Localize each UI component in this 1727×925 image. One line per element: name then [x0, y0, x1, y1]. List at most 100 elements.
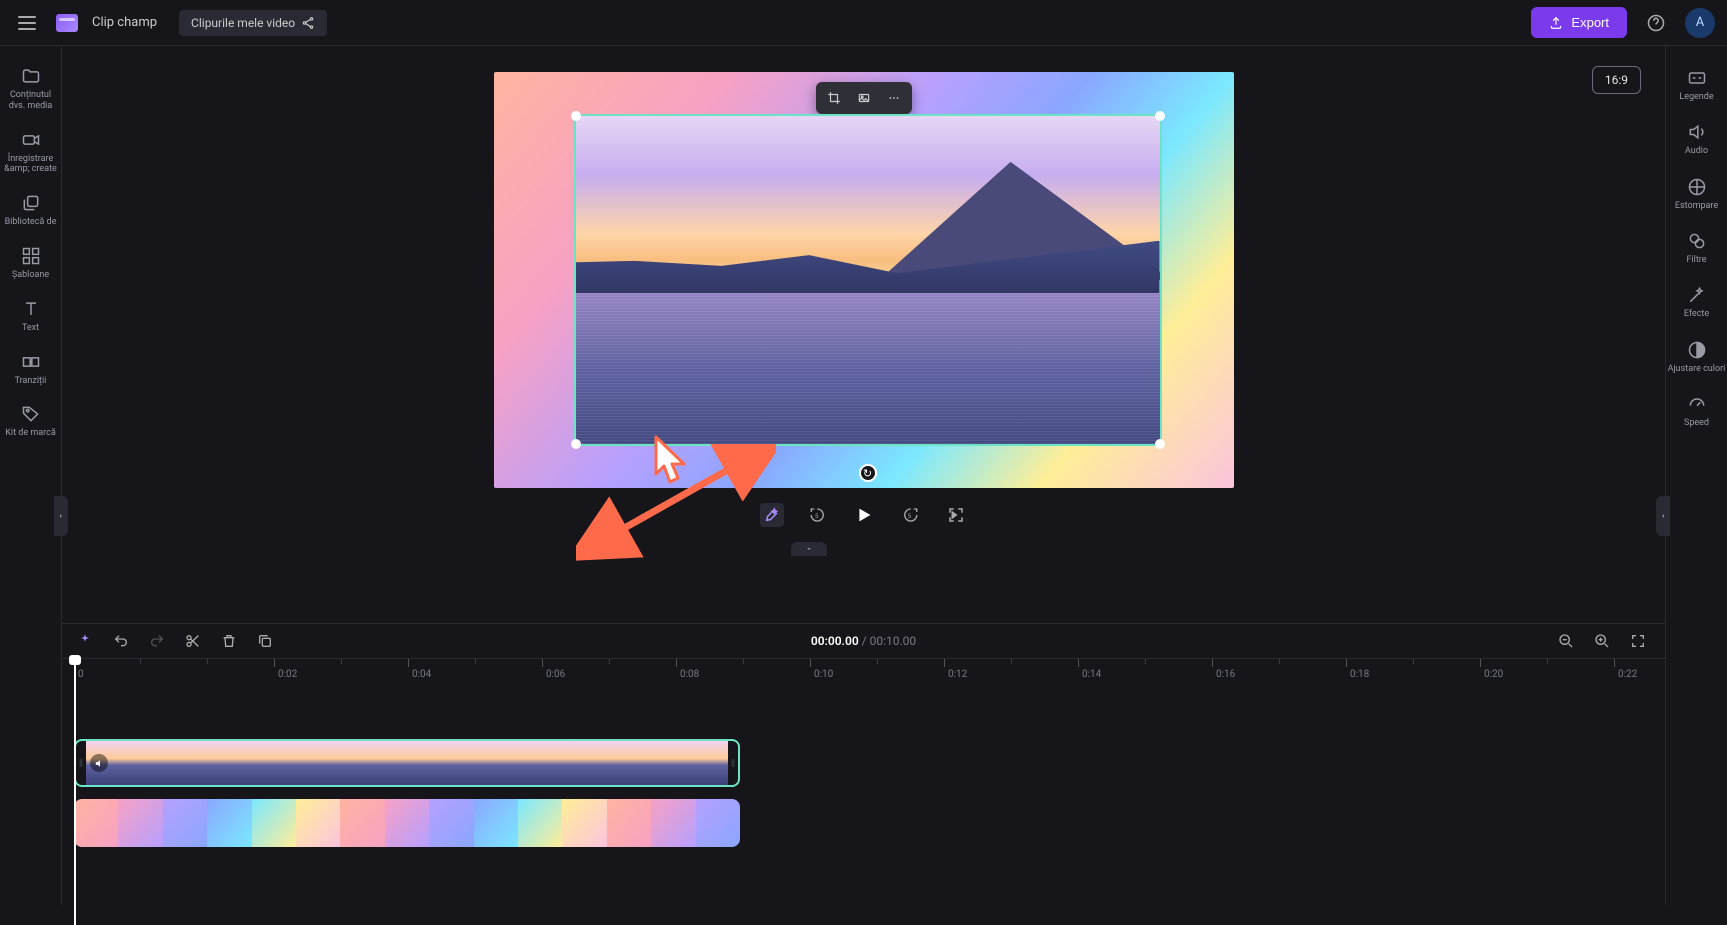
- video-stage[interactable]: ↻: [494, 72, 1234, 488]
- svg-text:5: 5: [907, 513, 911, 520]
- captions-icon: [1687, 68, 1707, 88]
- image-icon: [857, 91, 871, 105]
- rotate-handle[interactable]: ↻: [859, 464, 877, 482]
- clip-trim-right[interactable]: [728, 741, 738, 785]
- blur-icon: [1687, 177, 1707, 197]
- redo-icon: [149, 633, 165, 649]
- app-name: Clip champ: [92, 15, 157, 30]
- speaker-icon: [94, 758, 105, 769]
- sidebar-item-media[interactable]: Conținutul dvs. media: [3, 58, 59, 120]
- ruler-tick-label: 0:02: [278, 669, 297, 680]
- preview-area: 16:9: [62, 46, 1665, 623]
- sidebar-item-templates[interactable]: Șabloane: [3, 238, 59, 289]
- play-icon: [853, 504, 875, 526]
- rightbar-item-color[interactable]: Ajustare culori: [1668, 332, 1726, 382]
- trash-icon: [221, 633, 237, 649]
- timeline-collapse-button[interactable]: [791, 542, 827, 556]
- fullscreen-icon: [947, 506, 965, 524]
- sidebar-item-library[interactable]: Bibliotecă de: [3, 185, 59, 236]
- timeline-tracks[interactable]: [62, 685, 1665, 905]
- more-options-button[interactable]: [880, 86, 908, 110]
- rewind-button[interactable]: 5: [806, 503, 830, 527]
- ruler-tick-label: 0:10: [814, 669, 833, 680]
- sidebar-item-brandkit[interactable]: Kit de marcă: [3, 396, 59, 447]
- rightbar-item-blur[interactable]: Estompare: [1668, 169, 1726, 219]
- ruler-tick-label: 0:18: [1350, 669, 1369, 680]
- rightbar-item-filters[interactable]: Filtre: [1668, 223, 1726, 273]
- help-icon: [1647, 14, 1665, 32]
- fit-icon: [1630, 633, 1646, 649]
- zoom-out-button[interactable]: [1555, 630, 1577, 652]
- sidebar-item-text[interactable]: Text: [3, 291, 59, 342]
- library-icon: [21, 193, 41, 213]
- ruler-tick-label: 0:04: [412, 669, 431, 680]
- right-panel-expand-button[interactable]: [1656, 496, 1670, 536]
- clip-trim-left[interactable]: [76, 741, 86, 785]
- ruler-tick-label: 0:16: [1216, 669, 1235, 680]
- clip-audio-icon[interactable]: [90, 754, 108, 772]
- help-button[interactable]: [1641, 8, 1671, 38]
- resize-handle-tr[interactable]: [1155, 111, 1165, 121]
- right-sidebar: Legende Audio Estompare Filtre Efecte Aj…: [1665, 46, 1727, 905]
- center-panel: 16:9: [62, 46, 1665, 905]
- duplicate-button[interactable]: [254, 630, 276, 652]
- delete-button[interactable]: [218, 630, 240, 652]
- rightbar-item-speed[interactable]: Speed: [1668, 386, 1726, 436]
- auto-cut-button[interactable]: [74, 630, 96, 652]
- folder-icon: [21, 66, 41, 86]
- app-logo-icon: [56, 14, 78, 32]
- sidebar-item-transitions[interactable]: Tranziții: [3, 344, 59, 395]
- left-sidebar: Conținutul dvs. media Înregistrare &amp;…: [0, 46, 62, 905]
- ruler-tick-label: 0: [78, 669, 84, 680]
- more-icon: [887, 91, 901, 105]
- grid-icon: [21, 246, 41, 266]
- play-button[interactable]: [852, 503, 876, 527]
- crop-button[interactable]: [820, 86, 848, 110]
- svg-text:5: 5: [815, 513, 819, 520]
- time-display: 00:00.00 / 00:10.00: [811, 634, 916, 648]
- export-button[interactable]: Export: [1531, 7, 1627, 38]
- timeline-clip-background[interactable]: [74, 799, 740, 847]
- wand-icon: [1687, 285, 1707, 305]
- annotation-pointer-icon: [646, 432, 696, 494]
- playhead[interactable]: [74, 659, 76, 925]
- timeline-ruler[interactable]: 00:020:040:060:080:100:120:140:160:180:2…: [62, 659, 1665, 685]
- rightbar-item-effects[interactable]: Efecte: [1668, 277, 1726, 327]
- camera-icon: [21, 130, 41, 150]
- timeline-clip-video[interactable]: [74, 739, 740, 787]
- copy-icon: [257, 633, 273, 649]
- undo-button[interactable]: [110, 630, 132, 652]
- ruler-tick-label: 0:22: [1618, 669, 1637, 680]
- split-button[interactable]: [182, 630, 204, 652]
- chevron-down-icon: [804, 545, 814, 553]
- project-title-input[interactable]: Clipurile mele video: [179, 10, 327, 36]
- chevron-left-icon: [1659, 512, 1667, 520]
- top-bar: Clip champ Clipurile mele video Export A: [0, 0, 1727, 46]
- aspect-ratio-button[interactable]: 16:9: [1592, 66, 1641, 94]
- zoom-in-icon: [1594, 633, 1610, 649]
- tag-icon: [21, 404, 41, 424]
- ruler-tick-label: 0:20: [1484, 669, 1503, 680]
- forward-button[interactable]: 5: [898, 503, 922, 527]
- rightbar-item-audio[interactable]: Audio: [1668, 114, 1726, 164]
- fullscreen-button[interactable]: [944, 503, 968, 527]
- fit-button[interactable]: [850, 86, 878, 110]
- scissors-icon: [185, 633, 201, 649]
- resize-handle-tl[interactable]: [571, 111, 581, 121]
- redo-button[interactable]: [146, 630, 168, 652]
- text-icon: [21, 299, 41, 319]
- resize-handle-br[interactable]: [1155, 439, 1165, 449]
- selected-clip-frame[interactable]: ↻: [574, 114, 1162, 446]
- rewind-icon: 5: [809, 506, 827, 524]
- transition-icon: [21, 352, 41, 372]
- timeline-toolbar: 00:00.00 / 00:10.00: [62, 623, 1665, 659]
- zoom-in-button[interactable]: [1591, 630, 1613, 652]
- clip-image: [576, 116, 1160, 444]
- clip-float-toolbar: [816, 82, 912, 114]
- zoom-fit-button[interactable]: [1627, 630, 1649, 652]
- user-avatar[interactable]: A: [1685, 8, 1715, 38]
- sidebar-item-record[interactable]: Înregistrare &amp; create: [3, 122, 59, 184]
- rightbar-item-captions[interactable]: Legende: [1668, 60, 1726, 110]
- menu-button[interactable]: [12, 10, 42, 36]
- ruler-tick-label: 0:06: [546, 669, 565, 680]
